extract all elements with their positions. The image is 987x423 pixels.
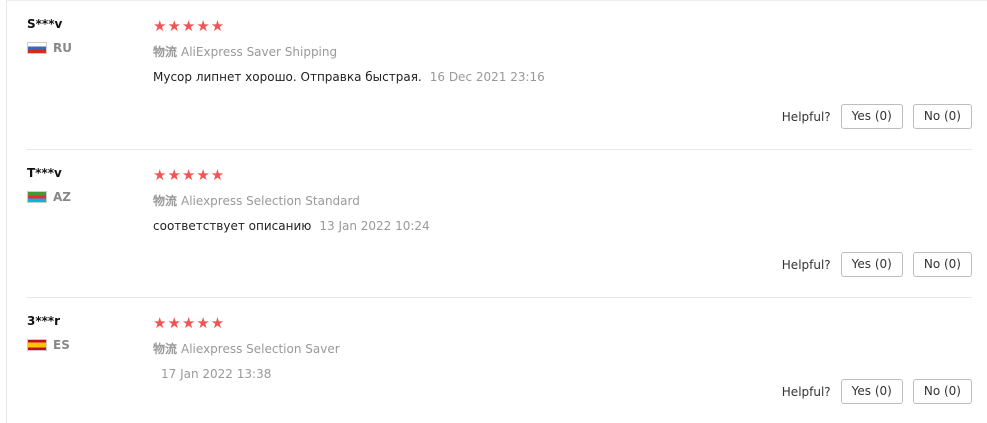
shipping-method: 物流 AliExpress Saver Shipping — [153, 43, 853, 60]
reviewer-info: 3***r ES — [27, 314, 137, 352]
helpful-label: Helpful? — [781, 109, 831, 124]
comment-text: Мусор липнет хорошо. Отправка быстрая. — [153, 70, 422, 84]
shipping-value: Aliexpress Selection Standard — [181, 194, 360, 208]
country-code: RU — [53, 41, 72, 55]
shipping-value: Aliexpress Selection Saver — [181, 342, 340, 356]
shipping-value: AliExpress Saver Shipping — [181, 45, 338, 59]
helpful-label: Helpful? — [781, 384, 831, 399]
review-list: S***v RU ★★★★★ 物流 AliExpress Saver Shippi… — [6, 0, 987, 423]
shipping-method: 物流 Aliexpress Selection Saver — [153, 340, 853, 357]
reviewer-info: T***v AZ — [27, 166, 137, 204]
review-date: 17 Jan 2022 13:38 — [161, 367, 272, 381]
helpful-yes-button[interactable]: Yes (0) — [840, 104, 903, 129]
azerbaijan-flag-icon — [27, 191, 47, 203]
review-comment: 17 Jan 2022 13:38 — [153, 367, 853, 381]
star-rating: ★★★★★ — [153, 314, 226, 332]
helpful-actions: Helpful? Yes (0) No (0) — [782, 104, 972, 129]
review-content: ★★★★★ 物流 Aliexpress Selection Saver 17 Ja… — [153, 314, 853, 381]
helpful-label: Helpful? — [781, 257, 831, 272]
helpful-yes-button[interactable]: Yes (0) — [840, 379, 903, 404]
reviewer-country: AZ — [27, 190, 137, 204]
helpful-no-button[interactable]: No (0) — [912, 379, 972, 404]
review-item: 3***r ES ★★★★★ 物流 Aliexpress Selection Sa… — [27, 297, 972, 423]
review-date: 13 Jan 2022 10:24 — [319, 219, 430, 233]
spain-flag-icon — [27, 339, 47, 351]
helpful-yes-button[interactable]: Yes (0) — [840, 252, 903, 277]
helpful-actions: Helpful? Yes (0) No (0) — [782, 379, 972, 404]
review-comment: Мусор липнет хорошо. Отправка быстрая. 16… — [153, 70, 853, 84]
shipping-method: 物流 Aliexpress Selection Standard — [153, 192, 853, 209]
comment-text: соответствует описанию — [153, 219, 312, 233]
shipping-label: 物流 — [153, 194, 178, 208]
reviewer-name: 3***r — [27, 314, 61, 328]
russia-flag-icon — [27, 42, 47, 54]
shipping-label: 物流 — [153, 45, 178, 59]
country-code: ES — [53, 338, 70, 352]
review-comment: соответствует описанию 13 Jan 2022 10:24 — [153, 219, 853, 233]
reviewer-country: ES — [27, 338, 137, 352]
shipping-label: 物流 — [153, 342, 178, 356]
helpful-actions: Helpful? Yes (0) No (0) — [782, 252, 972, 277]
star-rating: ★★★★★ — [153, 17, 226, 35]
review-content: ★★★★★ 物流 Aliexpress Selection Standard со… — [153, 166, 853, 233]
country-code: AZ — [53, 190, 71, 204]
helpful-no-button[interactable]: No (0) — [912, 252, 972, 277]
helpful-no-button[interactable]: No (0) — [912, 104, 972, 129]
review-item: S***v RU ★★★★★ 物流 AliExpress Saver Shippi… — [27, 1, 972, 149]
reviewer-name: S***v — [27, 17, 63, 31]
reviewer-name: T***v — [27, 166, 62, 180]
review-content: ★★★★★ 物流 AliExpress Saver Shipping Мусор … — [153, 17, 853, 84]
review-date: 16 Dec 2021 23:16 — [429, 70, 545, 84]
reviewer-info: S***v RU — [27, 17, 137, 55]
review-item: T***v AZ ★★★★★ 物流 Aliexpress Selection St… — [27, 149, 972, 297]
star-rating: ★★★★★ — [153, 166, 226, 184]
reviewer-country: RU — [27, 41, 137, 55]
